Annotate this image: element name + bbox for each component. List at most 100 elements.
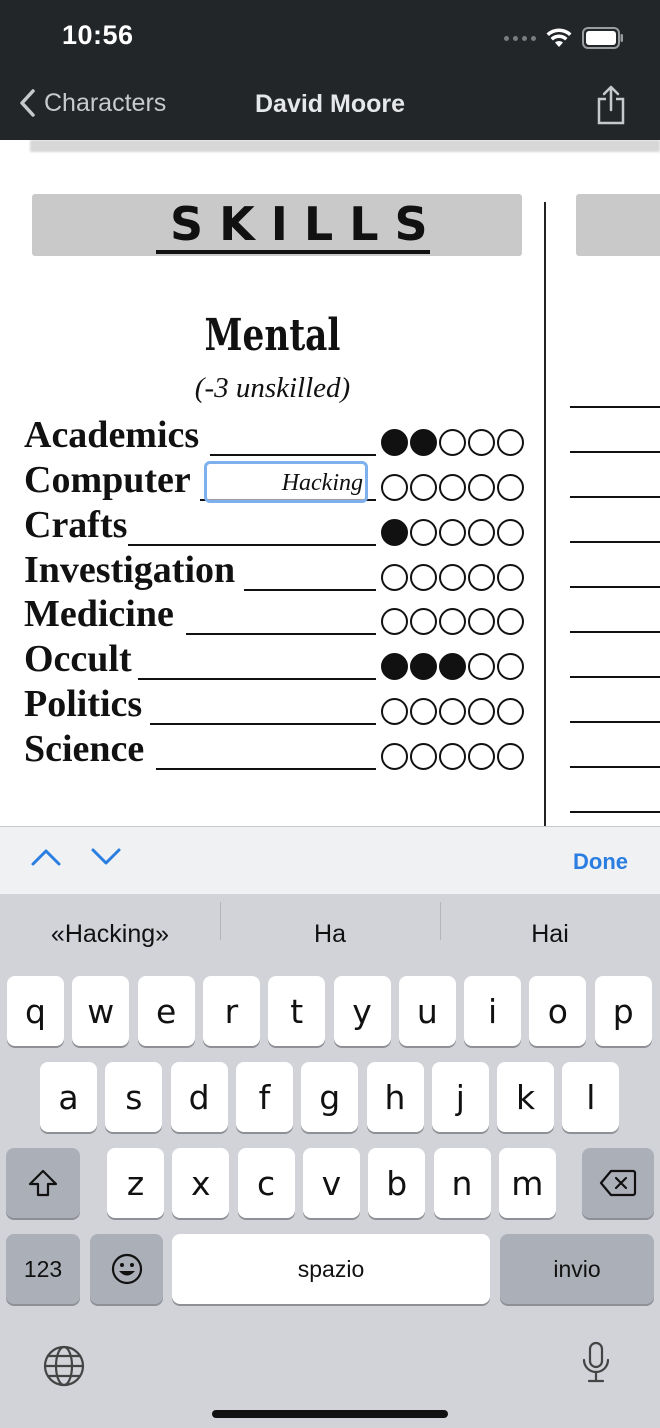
category-note: (-3 unskilled) [194, 372, 351, 404]
key-r[interactable]: r [202, 976, 260, 1046]
skill-dot[interactable] [497, 743, 524, 770]
skill-dot[interactable] [468, 743, 495, 770]
skill-dot[interactable] [410, 743, 437, 770]
skill-dot[interactable] [410, 608, 437, 635]
skill-dot[interactable] [468, 653, 495, 680]
character-sheet[interactable]: SKILLS Mental (-3 unskilled) Academics Co… [0, 140, 660, 826]
numbers-key[interactable]: 123 [6, 1234, 80, 1304]
skill-dot[interactable] [381, 519, 408, 546]
done-button[interactable]: Done [573, 849, 628, 875]
skill-dot[interactable] [497, 653, 524, 680]
skill-dot[interactable] [381, 474, 408, 501]
key-p[interactable]: p [594, 976, 652, 1046]
key-j[interactable]: j [431, 1062, 489, 1132]
specialty-field[interactable]: Hacking [204, 461, 368, 503]
key-e[interactable]: e [137, 976, 195, 1046]
globe-button[interactable] [42, 1344, 86, 1393]
skill-dot[interactable] [410, 653, 437, 680]
key-s[interactable]: s [105, 1062, 163, 1132]
skill-dot[interactable] [468, 519, 495, 546]
specialty-line[interactable] [138, 678, 376, 680]
key-y[interactable]: y [333, 976, 391, 1046]
skill-dot[interactable] [410, 429, 437, 456]
suggestion-item[interactable]: «Hacking» [0, 920, 220, 949]
skill-dots [381, 564, 524, 591]
specialty-line[interactable] [186, 633, 376, 635]
skill-dot[interactable] [410, 564, 437, 591]
skill-dot[interactable] [497, 429, 524, 456]
skill-dot[interactable] [468, 608, 495, 635]
skill-dot[interactable] [468, 474, 495, 501]
suggestion-item[interactable]: Ha [220, 901, 440, 949]
key-l[interactable]: l [562, 1062, 620, 1132]
specialty-line[interactable] [156, 768, 376, 770]
skill-dot[interactable] [468, 564, 495, 591]
key-v[interactable]: v [302, 1148, 360, 1218]
next-column-line [570, 451, 660, 453]
skill-name: Investigation [24, 549, 236, 591]
skill-dot[interactable] [381, 429, 408, 456]
suggestion-bar: «Hacking» Ha Hai [0, 894, 660, 974]
skill-dot[interactable] [439, 743, 466, 770]
return-key[interactable]: invio [500, 1234, 654, 1304]
status-icons [504, 24, 624, 52]
key-z[interactable]: z [107, 1148, 164, 1218]
skill-dot[interactable] [468, 698, 495, 725]
key-n[interactable]: n [433, 1148, 491, 1218]
key-o[interactable]: o [529, 976, 587, 1046]
key-k[interactable]: k [497, 1062, 555, 1132]
share-button[interactable] [594, 84, 628, 131]
skill-dot[interactable] [410, 698, 437, 725]
key-u[interactable]: u [398, 976, 456, 1046]
skill-dot[interactable] [439, 653, 466, 680]
skill-dot[interactable] [381, 743, 408, 770]
key-h[interactable]: h [366, 1062, 424, 1132]
skill-dot[interactable] [439, 698, 466, 725]
dictation-button[interactable] [580, 1340, 612, 1389]
delete-key[interactable] [582, 1148, 654, 1218]
next-column-banner [576, 194, 660, 256]
skill-dot[interactable] [468, 429, 495, 456]
key-d[interactable]: d [170, 1062, 228, 1132]
specialty-line[interactable] [150, 723, 376, 725]
shift-key[interactable] [6, 1148, 80, 1218]
skill-dot[interactable] [439, 474, 466, 501]
next-field-button[interactable] [90, 847, 122, 872]
key-b[interactable]: b [368, 1148, 426, 1218]
suggestion-item[interactable]: Hai [440, 901, 660, 949]
previous-field-button[interactable] [30, 847, 62, 872]
skill-dot[interactable] [497, 564, 524, 591]
skill-dot[interactable] [439, 429, 466, 456]
key-c[interactable]: c [237, 1148, 295, 1218]
specialty-line[interactable] [128, 544, 376, 546]
skill-dot[interactable] [497, 698, 524, 725]
skill-dot[interactable] [439, 608, 466, 635]
skill-dot[interactable] [410, 519, 437, 546]
key-m[interactable]: m [498, 1148, 556, 1218]
next-column-line [570, 676, 660, 678]
skill-dot[interactable] [497, 608, 524, 635]
key-a[interactable]: a [40, 1062, 97, 1132]
key-f[interactable]: f [235, 1062, 293, 1132]
skill-dot[interactable] [410, 474, 437, 501]
key-x[interactable]: x [172, 1148, 230, 1218]
skill-dot[interactable] [381, 564, 408, 591]
next-column-line [570, 721, 660, 723]
key-q[interactable]: q [7, 976, 64, 1046]
key-t[interactable]: t [268, 976, 326, 1046]
skill-dot[interactable] [381, 698, 408, 725]
skill-dot[interactable] [497, 474, 524, 501]
specialty-line[interactable] [210, 454, 376, 456]
skill-dot[interactable] [381, 608, 408, 635]
emoji-key[interactable] [90, 1234, 163, 1304]
key-i[interactable]: i [464, 976, 522, 1046]
space-key[interactable]: spazio [172, 1234, 490, 1304]
skill-dot[interactable] [381, 653, 408, 680]
specialty-line[interactable] [244, 589, 376, 591]
skill-dot[interactable] [439, 519, 466, 546]
skill-dot[interactable] [497, 519, 524, 546]
skill-dots [381, 653, 524, 680]
skill-dot[interactable] [439, 564, 466, 591]
key-w[interactable]: w [72, 976, 130, 1046]
key-g[interactable]: g [301, 1062, 359, 1132]
